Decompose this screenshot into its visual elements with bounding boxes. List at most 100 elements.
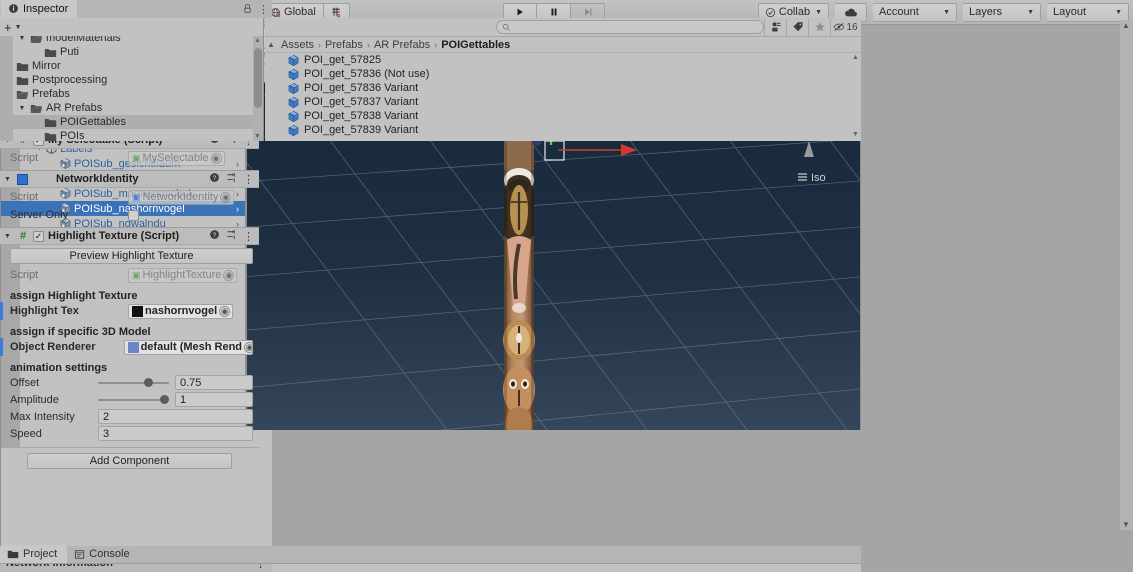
offset-value-input[interactable]: 0.75 bbox=[175, 375, 253, 390]
component-header-network-identity[interactable]: ▼ NetworkIdentity ? ⋮ bbox=[0, 170, 259, 188]
expand-arrow-open-icon[interactable]: ▼ bbox=[17, 105, 27, 112]
object-picker-icon[interactable]: ◉ bbox=[220, 191, 232, 203]
project-folder-label: POIGettables bbox=[60, 116, 127, 128]
project-asset-item[interactable]: POI_get_57836 (Not use) bbox=[265, 67, 861, 81]
more-menu-icon[interactable]: ⋮ bbox=[243, 230, 254, 243]
scroll-up-icon[interactable]: ▲ bbox=[267, 40, 275, 49]
project-asset-item[interactable]: POI_get_57837 Variant bbox=[265, 95, 861, 109]
breadcrumb-ar-prefabs[interactable]: AR Prefabs bbox=[374, 39, 430, 51]
project-asset-list[interactable]: POI_get_57825 POI_get_57836 (Not use) POI_… bbox=[265, 53, 861, 139]
prefab-asset-icon bbox=[288, 54, 299, 66]
amplitude-slider[interactable] bbox=[98, 394, 169, 406]
component-header-highlight-texture[interactable]: ▼ # ✓ Highlight Texture (Script) ? ⋮ bbox=[0, 227, 259, 245]
project-folder-modelmaterials[interactable]: ▼ modelMaterials bbox=[0, 36, 263, 45]
account-button[interactable]: Account ▼ bbox=[873, 2, 957, 22]
prefab-override-bar bbox=[0, 302, 3, 320]
add-component-button[interactable]: Add Component bbox=[27, 453, 232, 469]
project-asset-item[interactable]: POI_get_57839 Variant bbox=[265, 123, 861, 137]
object-renderer-field[interactable]: default (Mesh Rend ◉ bbox=[123, 339, 253, 355]
amplitude-value-input[interactable]: 1 bbox=[175, 392, 253, 407]
project-folder-poigettables[interactable]: POIGettables bbox=[0, 115, 263, 129]
amplitude-slider-knob[interactable] bbox=[160, 395, 169, 404]
offset-slider[interactable] bbox=[98, 377, 169, 389]
project-tree-scrollbar[interactable]: ▲ ▼ bbox=[253, 36, 263, 141]
project-folder-postprocessing[interactable]: Postprocessing bbox=[0, 73, 263, 87]
project-search-input[interactable] bbox=[496, 20, 764, 34]
folder-open-icon bbox=[30, 104, 43, 113]
amplitude-row: Amplitude 1 bbox=[0, 391, 259, 408]
project-asset-item[interactable]: POI_get_57836 Variant bbox=[265, 81, 861, 95]
highlight-tex-field[interactable]: nashornvogel ◉ bbox=[128, 303, 234, 319]
my-selectable-script-field[interactable]: ▣ MySelectable ◉ bbox=[128, 150, 225, 166]
my-selectable-script-row: Script ▣ MySelectable ◉ bbox=[0, 149, 259, 167]
project-content-pane: 16 ▲ Assets › Prefabs › AR Prefabs › POIGettab… bbox=[265, 18, 861, 141]
breadcrumb-assets[interactable]: Assets bbox=[281, 39, 314, 51]
breadcrumb-poigettables[interactable]: POIGettables bbox=[441, 39, 510, 51]
chevron-down-icon: ▼ bbox=[943, 8, 950, 16]
preset-icon[interactable] bbox=[226, 172, 237, 186]
favorites-button[interactable] bbox=[808, 18, 830, 36]
max-intensity-input[interactable]: 2 bbox=[98, 409, 253, 424]
network-identity-script-field[interactable]: ▣ NetworkIdentity ◉ bbox=[128, 189, 235, 205]
project-tabbar: Project Console bbox=[0, 545, 861, 564]
expand-arrow-open-icon[interactable]: ▼ bbox=[17, 36, 27, 42]
tab-console[interactable]: Console bbox=[67, 545, 139, 563]
assign-highlight-texture-label: assign Highlight Texture bbox=[10, 290, 138, 302]
object-picker-icon[interactable]: ◉ bbox=[219, 305, 231, 317]
chevron-down-icon[interactable]: ▼ bbox=[4, 176, 13, 183]
breadcrumb-prefabs[interactable]: Prefabs bbox=[325, 39, 363, 51]
project-asset-label: POI_get_57836 Variant bbox=[304, 82, 419, 94]
preset-icon[interactable] bbox=[226, 229, 237, 243]
svg-text:?: ? bbox=[213, 232, 217, 239]
more-menu-icon[interactable]: ⋮ bbox=[243, 173, 254, 186]
script-label: Script bbox=[10, 269, 39, 281]
project-asset-item[interactable]: POI_get_57825 bbox=[265, 53, 861, 67]
layers-label: Layers bbox=[969, 6, 1003, 18]
highlight-texture-script-field[interactable]: ▣ HighlightTexture ◉ bbox=[128, 267, 238, 283]
help-icon[interactable]: ? bbox=[209, 172, 220, 186]
object-renderer-label: Object Renderer bbox=[10, 341, 96, 353]
layout-button[interactable]: Layout ▼ bbox=[1047, 2, 1129, 22]
chevron-down-icon: ▼ bbox=[14, 23, 22, 31]
lock-icon[interactable] bbox=[242, 3, 253, 17]
chevron-down-icon[interactable]: ▼ bbox=[4, 233, 13, 240]
scroll-down-icon[interactable]: ▼ bbox=[1122, 520, 1130, 529]
account-label: Account bbox=[879, 6, 919, 18]
server-only-checkbox[interactable] bbox=[128, 209, 139, 221]
hidden-assets-button[interactable]: 16 bbox=[830, 18, 860, 36]
tab-inspector[interactable]: Inspector bbox=[1, 0, 78, 18]
component-enabled-checkbox[interactable]: ✓ bbox=[33, 230, 44, 242]
project-folder-ar-prefabs[interactable]: ▼ AR Prefabs bbox=[0, 101, 263, 115]
component-header-actions: ? ⋮ bbox=[209, 229, 254, 243]
tab-project[interactable]: Project bbox=[0, 545, 68, 563]
scroll-up-icon[interactable]: ▲ bbox=[1122, 21, 1130, 30]
project-folder-label: AR Prefabs bbox=[46, 102, 103, 114]
tab-inspector-label: Inspector bbox=[23, 2, 69, 15]
project-folder-mirror[interactable]: ►Mirror bbox=[0, 59, 263, 73]
filter-by-label-button[interactable] bbox=[786, 18, 808, 36]
project-assets-scrollbar[interactable]: ▲ ▼ bbox=[851, 53, 861, 139]
component-title: NetworkIdentity bbox=[56, 173, 139, 185]
object-picker-icon[interactable]: ◉ bbox=[244, 341, 252, 353]
handle-orientation-label: Global bbox=[284, 6, 316, 18]
project-create-button[interactable]: + ▼ bbox=[4, 20, 22, 35]
project-folder-prefabs[interactable]: ▼Prefabs bbox=[0, 87, 263, 101]
preview-highlight-texture-button[interactable]: Preview Highlight Texture bbox=[10, 248, 253, 264]
texture-thumbnail bbox=[132, 305, 143, 317]
layers-button[interactable]: Layers ▼ bbox=[963, 2, 1041, 22]
prefab-override-bar bbox=[0, 338, 3, 356]
object-picker-icon[interactable]: ◉ bbox=[223, 269, 235, 281]
project-folder-tree[interactable]: ▼ modelMaterials Puti►MirrorPostprocessing… bbox=[0, 36, 263, 141]
object-picker-icon[interactable]: ◉ bbox=[210, 152, 222, 164]
speed-input[interactable]: 3 bbox=[98, 426, 253, 441]
help-icon[interactable]: ? bbox=[209, 229, 220, 243]
filter-by-type-button[interactable] bbox=[764, 18, 786, 36]
more-menu-icon[interactable]: ⋮ bbox=[258, 4, 269, 16]
project-folder-label: Puti bbox=[60, 46, 79, 58]
project-folder-puti[interactable]: Puti bbox=[0, 45, 263, 59]
offset-slider-knob[interactable] bbox=[144, 378, 154, 387]
project-folder-pois[interactable]: POIs bbox=[0, 129, 263, 141]
inspector-scrollbar[interactable]: ▲ ▼ bbox=[1120, 20, 1133, 530]
project-asset-item[interactable]: POI_get_57838 Variant bbox=[265, 109, 861, 123]
unity-editor-window: Center Global Colla bbox=[0, 0, 1133, 572]
